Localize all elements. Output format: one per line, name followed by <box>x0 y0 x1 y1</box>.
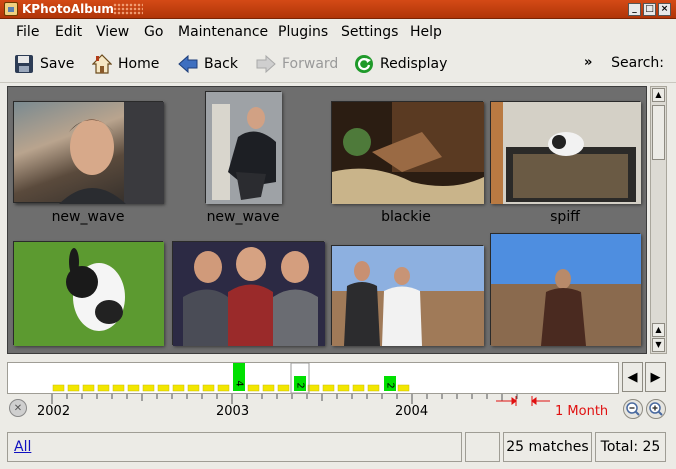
save-label: Save <box>40 56 75 72</box>
thumbnail-label: new_wave <box>51 209 125 225</box>
year-label: 2004 <box>395 404 429 419</box>
status-browser: All <box>7 432 462 462</box>
minimize-button[interactable]: _ <box>628 3 641 16</box>
menu-bar: File Edit View Go Maintenance Plugins Se… <box>0 19 676 45</box>
thumbnail-view[interactable]: new_wave new_wave blackie spiff <box>7 86 647 354</box>
date-ruler: 2002 2003 2004 1 Month <box>28 394 618 424</box>
redisplay-label: Redisplay <box>380 56 448 72</box>
back-label: Back <box>204 56 238 72</box>
scrollbar-thumb[interactable] <box>652 105 665 160</box>
menu-maintenance[interactable]: Maintenance <box>178 24 268 40</box>
thumbnail-image[interactable] <box>331 245 484 346</box>
date-bar-left-icon[interactable]: ◀ <box>622 362 643 392</box>
date-bar-count: 2 <box>294 382 306 389</box>
status-matches: 25 matches <box>503 432 592 462</box>
floppy-disk-icon <box>14 54 34 74</box>
home-button[interactable]: Home <box>91 53 160 75</box>
save-button[interactable]: Save <box>14 53 74 75</box>
toolbar-overflow-icon[interactable]: » <box>584 55 592 70</box>
vertical-scrollbar[interactable]: ▲ ▲ ▼ <box>650 86 667 354</box>
matches-count: 25 matches <box>506 439 589 455</box>
thumbnail-image[interactable] <box>172 241 325 346</box>
close-button[interactable]: × <box>658 3 671 16</box>
unit-label: 1 Month <box>555 404 609 419</box>
thumbnail-label: blackie <box>381 209 431 225</box>
menu-go[interactable]: Go <box>144 24 163 40</box>
zoom-in-icon[interactable] <box>646 399 666 419</box>
year-label: 2003 <box>216 404 250 419</box>
status-total: Total: 25 <box>595 432 666 462</box>
home-label: Home <box>118 56 160 72</box>
title-grip <box>113 3 143 15</box>
search-label[interactable]: Search: <box>611 55 664 71</box>
thumbnail-label: new_wave <box>206 209 280 225</box>
status-empty <box>465 432 500 462</box>
ruler-ticks <box>51 394 550 406</box>
zoom-out-icon[interactable] <box>623 399 643 419</box>
arrow-right-icon <box>256 54 276 74</box>
menu-edit[interactable]: Edit <box>55 24 82 40</box>
date-bar-right-icon[interactable]: ▶ <box>645 362 666 392</box>
home-icon <box>91 54 113 74</box>
breadcrumb-all-link[interactable]: All <box>14 439 31 455</box>
back-button[interactable]: Back <box>178 53 238 75</box>
date-bar-bar[interactable]: 2 <box>384 376 396 391</box>
date-bar-bar[interactable]: 4 <box>233 363 245 391</box>
forward-label: Forward <box>282 56 339 72</box>
maximize-button[interactable]: □ <box>643 3 656 16</box>
total-count: Total: 25 <box>600 439 661 455</box>
menu-file[interactable]: File <box>16 24 39 40</box>
date-bar[interactable]: 4 2 2 <box>7 362 619 394</box>
forward-button[interactable]: Forward <box>256 53 338 75</box>
thumbnail-image[interactable] <box>13 101 164 204</box>
year-label: 2002 <box>37 404 71 419</box>
title-bar[interactable]: KPhotoAlbum _ □ × <box>0 0 676 19</box>
thumbnail-image[interactable] <box>490 233 641 346</box>
date-bar-count: 2 <box>384 382 396 389</box>
thumbnail-image[interactable] <box>205 91 282 204</box>
redisplay-button[interactable]: Redisplay <box>354 53 447 75</box>
scroll-down-icon[interactable]: ▲ <box>652 323 665 337</box>
app-icon <box>4 2 18 16</box>
thumbnail-image[interactable] <box>13 241 164 346</box>
clear-selection-button[interactable]: ✕ <box>9 399 27 417</box>
menu-help[interactable]: Help <box>410 24 442 40</box>
arrow-left-icon <box>178 54 198 74</box>
refresh-icon <box>354 54 374 74</box>
window-title: KPhotoAlbum <box>22 2 114 16</box>
menu-plugins[interactable]: Plugins <box>278 24 328 40</box>
scroll-down-icon[interactable]: ▼ <box>652 338 665 352</box>
menu-view[interactable]: View <box>96 24 129 40</box>
thumbnail-label: spiff <box>550 209 580 225</box>
date-bar-count: 4 <box>233 380 245 387</box>
toolbar: Save Home Back Forward Redisplay » Searc… <box>0 45 676 83</box>
thumbnail-image[interactable] <box>490 101 641 204</box>
thumbnail-image[interactable] <box>331 101 484 204</box>
date-bar-graph <box>52 362 410 394</box>
date-bar-bar[interactable]: 2 <box>294 376 306 391</box>
scroll-up-icon[interactable]: ▲ <box>652 88 665 102</box>
menu-settings[interactable]: Settings <box>341 24 398 40</box>
